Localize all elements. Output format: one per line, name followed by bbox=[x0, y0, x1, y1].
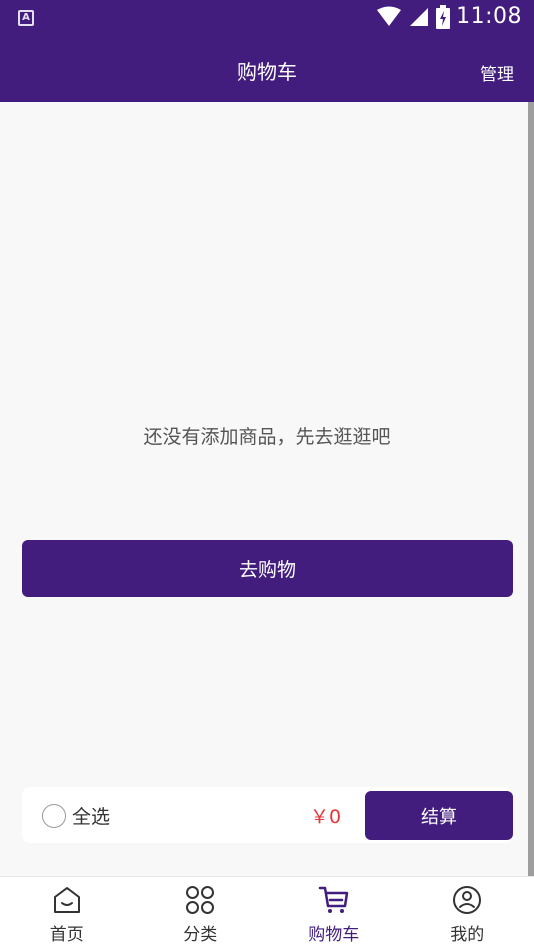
cell-signal-icon bbox=[410, 7, 429, 26]
category-icon bbox=[186, 886, 215, 914]
status-bar: A 11:08 bbox=[0, 0, 534, 36]
status-icons: 11:08 bbox=[376, 4, 522, 29]
tab-profile[interactable]: 我的 bbox=[401, 877, 534, 950]
tab-bar: 首页 分类 购物车 我的 bbox=[0, 876, 534, 950]
go-shopping-button[interactable]: 去购物 bbox=[22, 540, 513, 597]
app-bar: 购物车 管理 bbox=[0, 36, 534, 102]
scrollbar[interactable] bbox=[528, 102, 534, 914]
total-price: ￥0 bbox=[310, 806, 342, 828]
select-all-radio[interactable] bbox=[42, 803, 66, 828]
tab-profile-label: 我的 bbox=[450, 925, 485, 945]
wifi-icon bbox=[377, 6, 402, 26]
manage-button[interactable]: 管理 bbox=[480, 60, 514, 85]
tab-category-label: 分类 bbox=[183, 925, 218, 945]
checkout-button[interactable]: 结算 bbox=[365, 791, 513, 840]
cart-icon bbox=[318, 886, 348, 913]
tab-category[interactable]: 分类 bbox=[134, 877, 268, 950]
tab-cart-label: 购物车 bbox=[308, 925, 360, 945]
tab-home-label: 首页 bbox=[49, 925, 84, 945]
page-title: 购物车 bbox=[237, 60, 297, 84]
status-time: 11:08 bbox=[456, 4, 522, 29]
battery-charging-icon bbox=[436, 4, 451, 29]
empty-cart-message: 还没有添加商品，先去逛逛吧 bbox=[143, 426, 391, 448]
select-all-label: 全选 bbox=[72, 806, 111, 828]
checkout-bar: 全选 ￥0 结算 bbox=[22, 787, 513, 843]
app-notification-icon: A bbox=[18, 10, 34, 26]
profile-icon bbox=[453, 886, 482, 914]
tab-cart[interactable]: 购物车 bbox=[267, 877, 401, 950]
tab-home[interactable]: 首页 bbox=[0, 877, 134, 950]
select-all-toggle[interactable]: 全选 bbox=[42, 802, 110, 829]
home-icon bbox=[53, 887, 80, 913]
